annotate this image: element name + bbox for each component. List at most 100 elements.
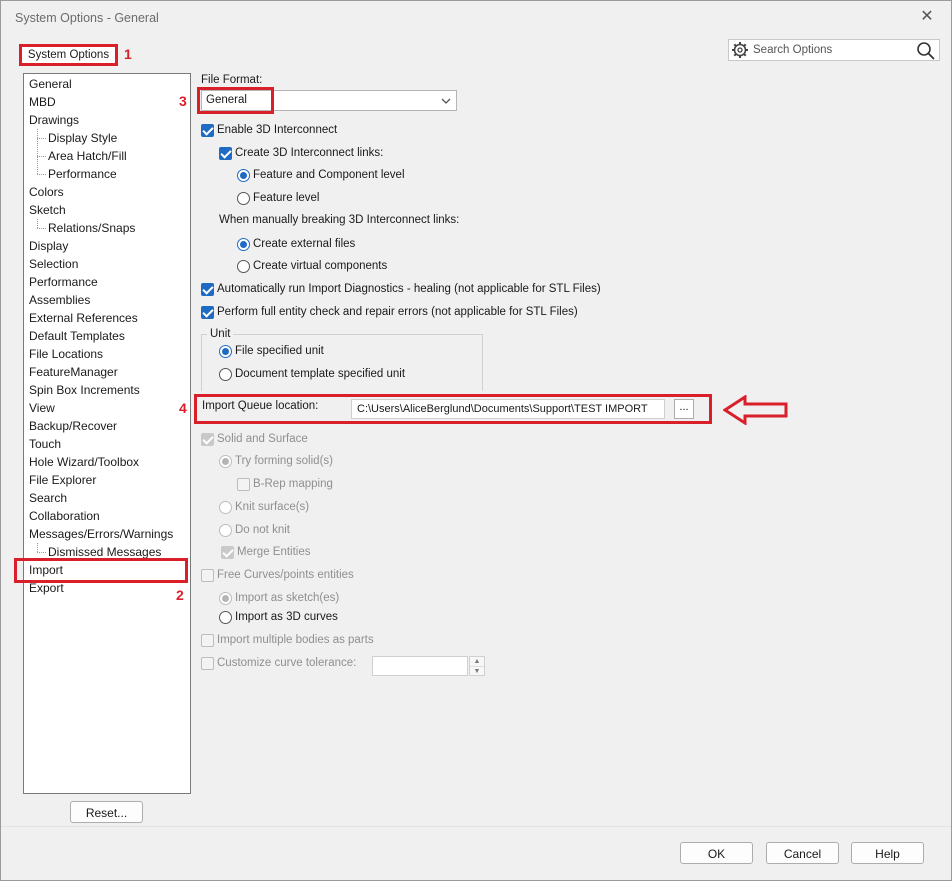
tree-item-relations-snaps[interactable]: Relations/Snaps — [48, 219, 135, 237]
close-icon[interactable]: ✕ — [917, 7, 937, 27]
create-external-files-label: Create external files — [253, 238, 356, 250]
curve-tolerance-spinner[interactable]: ▲ ▼ — [469, 656, 485, 676]
tree-tick — [37, 138, 46, 139]
customize-curve-tolerance-label: Customize curve tolerance: — [217, 657, 357, 669]
left-arrow-annotation-icon — [723, 395, 788, 425]
do-not-knit-radio[interactable] — [219, 524, 232, 537]
customize-curve-tolerance-checkbox[interactable] — [201, 657, 214, 670]
tree-guide-messages — [37, 543, 38, 552]
free-curves-label: Free Curves/points entities — [217, 569, 354, 581]
search-options-box[interactable] — [728, 39, 940, 61]
import-queue-browse-button[interactable]: ... — [674, 399, 694, 419]
options-tree: General MBD Drawings Display Style Area … — [23, 73, 191, 794]
merge-entities-checkbox[interactable] — [221, 546, 234, 559]
reset-button[interactable]: Reset... — [70, 801, 143, 823]
document-template-unit-radio[interactable] — [219, 368, 232, 381]
try-forming-solids-radio[interactable] — [219, 455, 232, 468]
create-external-files-radio[interactable] — [237, 238, 250, 251]
cancel-button[interactable]: Cancel — [766, 842, 839, 864]
system-options-tab-label: System Options — [27, 49, 110, 61]
import-as-sketch-label: Import as sketch(es) — [235, 592, 340, 604]
tree-item-drawings[interactable]: Drawings — [29, 111, 79, 129]
window-title: System Options - General — [15, 11, 159, 25]
import-as-sketch-radio[interactable] — [219, 592, 232, 605]
tree-item-drawings-performance[interactable]: Performance — [48, 165, 117, 183]
do-not-knit-label: Do not knit — [235, 524, 290, 536]
brep-mapping-checkbox[interactable] — [237, 478, 250, 491]
full-entity-check-checkbox[interactable] — [201, 306, 214, 319]
tree-item-view[interactable]: View — [29, 399, 55, 417]
annotation-number-2: 2 — [176, 587, 184, 603]
solid-surface-checkbox[interactable] — [201, 433, 214, 446]
import-highlight-box — [14, 558, 188, 583]
tree-item-backup-recover[interactable]: Backup/Recover — [29, 417, 117, 435]
tree-item-external-references[interactable]: External References — [29, 309, 138, 327]
feature-component-label: Feature and Component level — [253, 169, 405, 181]
system-options-tab[interactable]: System Options — [19, 44, 118, 66]
spinner-down-icon[interactable]: ▼ — [470, 666, 484, 675]
annotation-number-3: 3 — [179, 93, 187, 109]
import-as-3d-curves-label: Import as 3D curves — [235, 611, 338, 623]
system-options-dialog: System Options - General ✕ System Option… — [0, 0, 952, 881]
tree-item-colors[interactable]: Colors — [29, 183, 64, 201]
enable-3d-interconnect-label: Enable 3D Interconnect — [217, 124, 338, 136]
feature-component-radio[interactable] — [237, 169, 250, 182]
tree-tick — [37, 552, 46, 553]
file-specified-unit-radio[interactable] — [219, 345, 232, 358]
create-links-checkbox[interactable] — [219, 147, 232, 160]
search-options-input[interactable] — [751, 42, 911, 58]
curve-tolerance-input[interactable] — [372, 656, 468, 676]
annotation-number-4: 4 — [179, 400, 187, 416]
tree-guide-drawings — [37, 129, 38, 174]
tree-item-file-locations[interactable]: File Locations — [29, 345, 103, 363]
tree-item-search[interactable]: Search — [29, 489, 67, 507]
tree-item-spin-box-increments[interactable]: Spin Box Increments — [29, 381, 140, 399]
free-curves-checkbox[interactable] — [201, 569, 214, 582]
merge-entities-label: Merge Entities — [237, 546, 311, 558]
help-button[interactable]: Help — [851, 842, 924, 864]
tree-item-general[interactable]: General — [29, 75, 72, 93]
import-queue-label: Import Queue location: — [202, 400, 319, 412]
auto-import-diagnostics-label: Automatically run Import Diagnostics - h… — [217, 283, 601, 295]
spinner-up-icon[interactable]: ▲ — [470, 657, 484, 666]
tree-item-performance[interactable]: Performance — [29, 273, 98, 291]
import-multiple-bodies-label: Import multiple bodies as parts — [217, 634, 374, 646]
tree-item-sketch[interactable]: Sketch — [29, 201, 66, 219]
file-format-highlight-box — [197, 87, 274, 114]
unit-groupbox — [201, 334, 483, 391]
knit-surfaces-radio[interactable] — [219, 501, 232, 514]
unit-groupbox-title: Unit — [207, 328, 234, 340]
try-forming-solids-label: Try forming solid(s) — [235, 455, 333, 467]
tree-item-display-style[interactable]: Display Style — [48, 129, 117, 147]
create-links-label: Create 3D Interconnect links: — [235, 147, 384, 159]
tree-item-default-templates[interactable]: Default Templates — [29, 327, 125, 345]
full-entity-check-label: Perform full entity check and repair err… — [217, 306, 578, 318]
tree-item-hole-wizard-toolbox[interactable]: Hole Wizard/Toolbox — [29, 453, 139, 471]
tree-tick — [37, 174, 46, 175]
tree-item-assemblies[interactable]: Assemblies — [29, 291, 90, 309]
tree-guide-sketch — [37, 219, 38, 228]
file-format-label: File Format: — [201, 74, 263, 86]
import-queue-path-field[interactable]: C:\Users\AliceBerglund\Documents\Support… — [351, 399, 665, 419]
import-as-3d-curves-radio[interactable] — [219, 611, 232, 624]
search-icon[interactable] — [916, 41, 936, 61]
tree-item-area-hatch-fill[interactable]: Area Hatch/Fill — [48, 147, 127, 165]
tree-item-display[interactable]: Display — [29, 237, 68, 255]
enable-3d-interconnect-checkbox[interactable] — [201, 124, 214, 137]
tree-item-touch[interactable]: Touch — [29, 435, 61, 453]
create-virtual-components-radio[interactable] — [237, 260, 250, 273]
knit-surfaces-label: Knit surface(s) — [235, 501, 310, 513]
footer-divider — [1, 826, 951, 827]
breaking-links-label: When manually breaking 3D Interconnect l… — [219, 214, 460, 226]
tree-tick — [37, 228, 46, 229]
import-multiple-bodies-checkbox[interactable] — [201, 634, 214, 647]
auto-import-diagnostics-checkbox[interactable] — [201, 283, 214, 296]
tree-item-selection[interactable]: Selection — [29, 255, 78, 273]
feature-level-radio[interactable] — [237, 192, 250, 205]
tree-item-file-explorer[interactable]: File Explorer — [29, 471, 96, 489]
tree-item-featuremanager[interactable]: FeatureManager — [29, 363, 118, 381]
tree-item-mbd[interactable]: MBD — [29, 93, 56, 111]
tree-item-collaboration[interactable]: Collaboration — [29, 507, 100, 525]
tree-item-messages-errors-warnings[interactable]: Messages/Errors/Warnings — [29, 525, 173, 543]
ok-button[interactable]: OK — [680, 842, 753, 864]
